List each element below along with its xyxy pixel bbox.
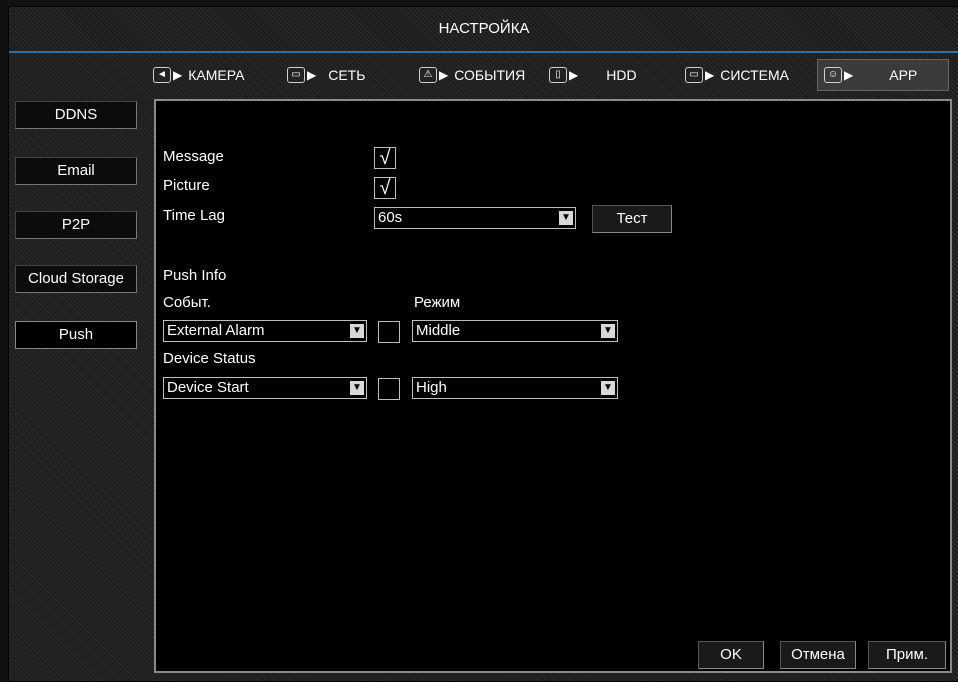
device-status-label: Device Status (163, 350, 256, 367)
tab-arrow-icon: ▶ (173, 68, 183, 82)
tab-network[interactable]: ▭ ▶ СЕТЬ (287, 59, 365, 91)
tab-label: КАМЕРА (188, 67, 245, 83)
tab-label: СОБЫТИЯ (454, 67, 526, 83)
tab-events[interactable]: ⚠ ▶ СОБЫТИЯ (419, 59, 525, 91)
sidebar-item-push[interactable]: Push (15, 321, 137, 349)
device-mode-value: High (416, 379, 447, 396)
mode-label: Режим (414, 294, 461, 311)
tab-arrow-icon: ▶ (705, 68, 715, 82)
main-tabs: ◄ ▶ КАМЕРА ▭ ▶ СЕТЬ ⚠ ▶ СОБЫТИЯ ▯ ▶ HDD … (153, 59, 949, 91)
dropdown-arrow-icon: ▼ (559, 211, 573, 225)
cancel-button[interactable]: Отмена (780, 641, 856, 669)
camera-icon: ◄ (153, 67, 171, 83)
device-status-select[interactable]: Device Start ▼ (163, 377, 367, 399)
window-title: НАСТРОЙКА (9, 7, 958, 51)
event-mode-value: Middle (416, 322, 461, 339)
tab-label: HDD (606, 67, 637, 83)
picture-checkbox[interactable]: √ (374, 177, 396, 199)
dropdown-arrow-icon: ▼ (601, 324, 615, 338)
event-checkbox[interactable] (378, 321, 400, 343)
sidebar-item-p2p[interactable]: P2P (15, 211, 137, 239)
dropdown-arrow-icon: ▼ (350, 324, 364, 338)
sidebar-item-ddns[interactable]: DDNS (15, 101, 137, 129)
hdd-icon: ▯ (549, 67, 567, 83)
timelag-label: Time Lag (163, 207, 225, 224)
event-select[interactable]: External Alarm ▼ (163, 320, 367, 342)
device-status-value: Device Start (167, 379, 249, 396)
push-settings-panel: Message √ Picture √ Time Lag 60s ▼ Тест … (154, 99, 952, 673)
message-label: Message (163, 148, 224, 165)
tab-arrow-icon: ▶ (569, 68, 579, 82)
sidebar-item-cloud-storage[interactable]: Cloud Storage (15, 265, 137, 293)
tab-app[interactable]: ☺ ▶ APP (817, 59, 949, 91)
device-checkbox[interactable] (378, 378, 400, 400)
settings-window: НАСТРОЙКА ◄ ▶ КАМЕРА ▭ ▶ СЕТЬ ⚠ ▶ СОБЫТИ… (8, 6, 958, 682)
dropdown-arrow-icon: ▼ (350, 381, 364, 395)
tab-label: СИСТЕМА (720, 67, 789, 83)
event-value: External Alarm (167, 322, 265, 339)
tab-hdd[interactable]: ▯ ▶ HDD (549, 59, 637, 91)
network-icon: ▭ (287, 67, 305, 83)
dropdown-arrow-icon: ▼ (601, 381, 615, 395)
sidebar-item-email[interactable]: Email (15, 157, 137, 185)
push-info-label: Push Info (163, 267, 227, 284)
tab-arrow-icon: ▶ (307, 68, 317, 82)
tab-label: APP (889, 67, 918, 83)
checkmark-icon: √ (379, 147, 391, 169)
tab-system[interactable]: ▭ ▶ СИСТЕМА (685, 59, 789, 91)
monitor-icon: ▭ (685, 67, 703, 83)
device-mode-select[interactable]: High ▼ (412, 377, 618, 399)
title-divider (9, 51, 958, 53)
apply-button[interactable]: Прим. (868, 641, 946, 669)
event-mode-select[interactable]: Middle ▼ (412, 320, 618, 342)
timelag-value: 60s (378, 209, 403, 226)
ok-button[interactable]: OK (698, 641, 764, 669)
test-button[interactable]: Тест (592, 205, 672, 233)
picture-label: Picture (163, 177, 210, 194)
tab-arrow-icon: ▶ (844, 68, 854, 82)
timelag-select[interactable]: 60s ▼ (374, 207, 576, 229)
message-checkbox[interactable]: √ (374, 147, 396, 169)
tab-arrow-icon: ▶ (439, 68, 449, 82)
warning-icon: ⚠ (419, 67, 437, 83)
tab-camera[interactable]: ◄ ▶ КАМЕРА (153, 59, 244, 91)
checkmark-icon: √ (379, 177, 391, 199)
tab-label: СЕТЬ (328, 67, 366, 83)
app-icon: ☺ (824, 67, 842, 83)
event-label: Событ. (163, 294, 211, 311)
